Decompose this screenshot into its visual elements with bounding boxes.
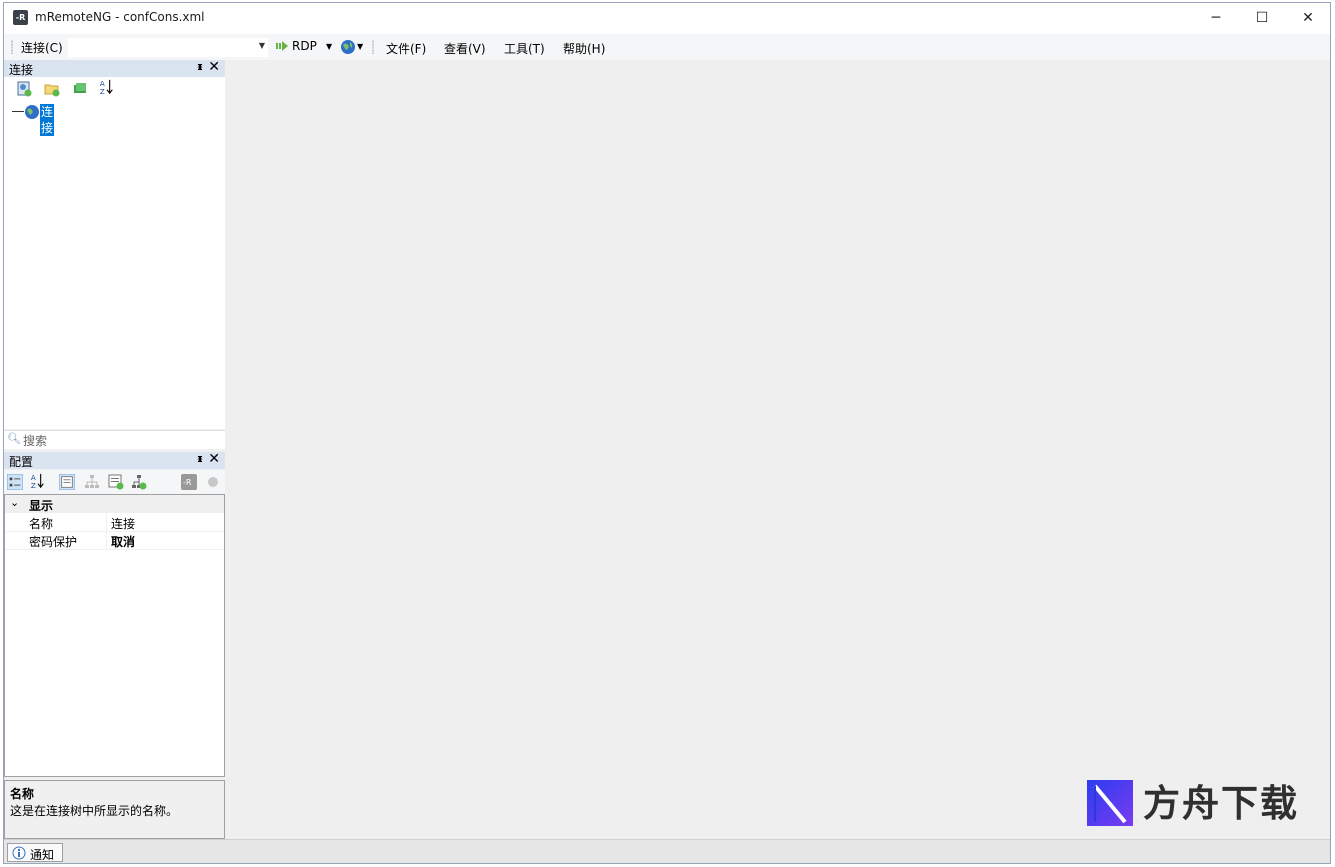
default-inheritance-icon[interactable]: [131, 474, 147, 490]
property-value[interactable]: 连接: [111, 515, 135, 532]
view-icon[interactable]: [72, 81, 88, 97]
close-icon[interactable]: ✕: [208, 451, 220, 467]
property-description: 名称 这是在连接树中所显示的名称。: [4, 780, 225, 839]
host-status-icon[interactable]: -R: [181, 474, 197, 490]
quick-connect-input[interactable]: ▼: [68, 38, 268, 57]
chevron-down-icon[interactable]: ⌄: [10, 496, 19, 509]
tree-node-label[interactable]: 连接: [38, 103, 56, 137]
property-value[interactable]: 取消: [111, 533, 135, 550]
maximize-button[interactable]: ☐: [1239, 3, 1285, 34]
description-title: 名称: [10, 787, 35, 801]
property-name: 密码保护: [29, 535, 78, 549]
title-bar[interactable]: -R mRemoteNG - confCons.xml ─ ☐ ✕: [4, 3, 1330, 34]
chevron-down-icon[interactable]: ▼: [259, 41, 265, 50]
watermark-text: 方舟下载: [1143, 782, 1299, 825]
connection-tree[interactable]: [4, 101, 225, 429]
config-panel-title: 配置: [9, 455, 34, 469]
protocol-chevron-icon[interactable]: ▼: [326, 42, 332, 51]
watermark-icon: [1087, 780, 1133, 826]
toolbar: 连接(C) ▼ RDP ▼ ▼ 文件(F) 查看(V) 工具(T) 帮助(H): [4, 34, 1330, 60]
watermark-logo: 方舟下载: [1087, 780, 1307, 828]
close-button[interactable]: ✕: [1285, 3, 1330, 34]
properties-icon[interactable]: [59, 474, 75, 490]
new-folder-icon[interactable]: [44, 81, 60, 97]
close-icon[interactable]: ✕: [208, 59, 220, 75]
status-dot-icon: [208, 477, 218, 487]
search-icon: 🔍︎: [7, 432, 21, 445]
categorized-icon[interactable]: [7, 474, 23, 490]
description-text: 这是在连接树中所显示的名称。: [10, 804, 179, 818]
menu-grip[interactable]: [372, 40, 374, 54]
config-toolbar: A Z -R: [4, 470, 225, 494]
globe-chevron-icon[interactable]: ▼: [357, 42, 363, 51]
search-placeholder: 搜索: [23, 434, 48, 448]
globe-icon[interactable]: [340, 39, 356, 55]
menu-tools[interactable]: 工具(T): [504, 40, 545, 57]
property-category[interactable]: ⌄ 显示: [5, 495, 224, 513]
info-icon: [12, 846, 26, 860]
menu-view[interactable]: 查看(V): [444, 40, 486, 57]
sort-az-icon[interactable]: A Z: [30, 473, 46, 489]
toolbar-grip[interactable]: [11, 40, 13, 54]
notifications-label: 通知: [30, 848, 55, 862]
window-title: mRemoteNG - confCons.xml: [35, 10, 205, 24]
app-icon: -R: [13, 10, 28, 25]
menu-help[interactable]: 帮助(H): [563, 40, 605, 57]
config-panel-header: 配置 ᵻ ✕: [4, 451, 225, 469]
status-bar: 通知: [4, 839, 1330, 863]
tab-notifications[interactable]: 通知: [7, 843, 63, 862]
connections-panel-title: 连接: [9, 63, 34, 77]
svg-text:-R: -R: [183, 478, 192, 487]
pin-icon[interactable]: ᵻ: [197, 60, 203, 73]
property-row-password[interactable]: 密码保护 取消: [5, 531, 224, 550]
pin-icon[interactable]: ᵻ: [197, 452, 203, 465]
svg-text:Z: Z: [31, 481, 36, 489]
svg-text:Z: Z: [100, 87, 105, 95]
globe-icon: [25, 105, 39, 119]
connect-arrow-icon[interactable]: [276, 41, 288, 51]
tree-line: [12, 111, 24, 112]
property-row-name[interactable]: 名称 连接: [5, 513, 224, 532]
search-input[interactable]: 🔍︎ 搜索: [4, 430, 225, 449]
property-grid[interactable]: ⌄ 显示 名称 连接 密码保护 取消: [4, 494, 225, 777]
connections-toolbar: A Z: [4, 77, 225, 101]
sort-az-icon[interactable]: A Z: [99, 79, 115, 95]
property-name: 名称: [29, 517, 54, 531]
inheritance-icon[interactable]: [84, 474, 100, 490]
app-window: -R mRemoteNG - confCons.xml ─ ☐ ✕ 连接(C) …: [3, 2, 1331, 864]
minimize-button[interactable]: ─: [1193, 3, 1239, 34]
new-connection-icon[interactable]: [16, 81, 32, 97]
default-properties-icon[interactable]: [108, 474, 124, 490]
connections-panel-header: 连接 ᵻ ✕: [4, 59, 225, 77]
menu-file[interactable]: 文件(F): [386, 40, 426, 57]
category-label: 显示: [29, 499, 54, 513]
workspace[interactable]: 方舟下载: [226, 60, 1330, 839]
protocol-dropdown[interactable]: RDP: [292, 39, 317, 53]
column-divider: [106, 513, 107, 549]
quick-connect-label: 连接(C): [21, 41, 63, 55]
